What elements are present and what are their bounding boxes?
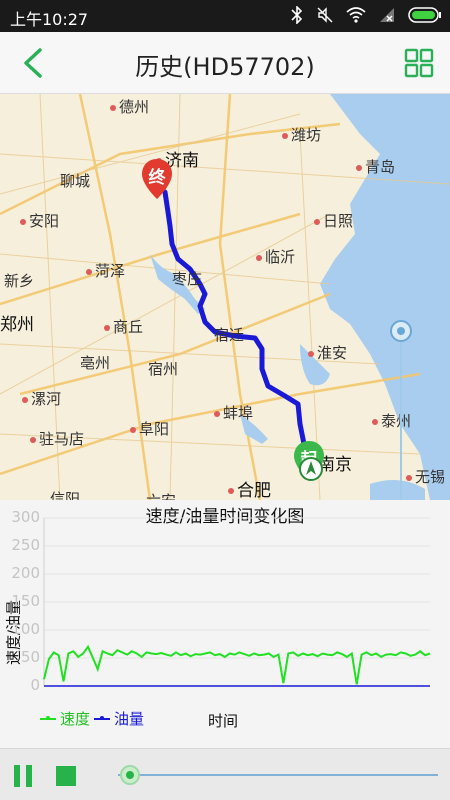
legend-label: 油量 bbox=[114, 710, 145, 728]
city-label: 漯河 bbox=[22, 388, 61, 409]
end-marker-label: 终 bbox=[148, 168, 166, 188]
status-time: 上午10:27 bbox=[10, 10, 89, 29]
city-label: 宿迁 bbox=[214, 326, 245, 344]
legend-line-icon bbox=[94, 715, 111, 720]
city-label: 潍坊 bbox=[282, 124, 321, 145]
zoom-slider-track[interactable] bbox=[400, 330, 402, 500]
stop-button[interactable] bbox=[56, 766, 76, 786]
city-label: 临沂 bbox=[256, 246, 295, 267]
city-label: 合肥 bbox=[228, 476, 271, 500]
city-label: 安阳 bbox=[20, 210, 59, 231]
chart-series-0 bbox=[43, 644, 431, 685]
bluetooth-icon bbox=[291, 6, 303, 24]
playback-slider-thumb[interactable] bbox=[120, 765, 140, 785]
chart-legend: 速度 油量 bbox=[40, 708, 148, 729]
city-label: 商丘 bbox=[104, 316, 143, 337]
city-label: 无锡 bbox=[406, 466, 445, 487]
chart-xlabel: 时间 bbox=[208, 712, 239, 730]
app-root: 上午10:27 历史(HD57702) 德州 潍坊 济南 青岛 聊城 安阳 日照… bbox=[0, 0, 450, 800]
city-label: 淮安 bbox=[308, 342, 347, 363]
legend-line-icon bbox=[40, 715, 56, 720]
playback-bar bbox=[0, 748, 450, 800]
city-label: 菏泽 bbox=[86, 260, 125, 281]
page-title: 历史(HD57702) bbox=[135, 53, 315, 81]
pause-button[interactable] bbox=[14, 765, 34, 787]
city-label: 蚌埠 bbox=[214, 402, 253, 423]
status-bar: 上午10:27 bbox=[0, 0, 450, 32]
city-label: 枣庄 bbox=[172, 270, 203, 288]
wifi-icon bbox=[346, 7, 366, 23]
grid-menu-icon[interactable] bbox=[404, 48, 434, 78]
playback-slider-track[interactable] bbox=[118, 774, 438, 776]
legend-label: 速度 bbox=[60, 710, 91, 728]
city-label: 驻马店 bbox=[30, 428, 84, 449]
legend-item-fuel: 油量 bbox=[94, 708, 144, 729]
city-label: 宿州 bbox=[148, 360, 179, 378]
city-label: 信阳 bbox=[50, 490, 81, 500]
pause-icon bbox=[14, 765, 20, 787]
end-marker[interactable]: 终 bbox=[140, 158, 174, 200]
city-label: 亳州 bbox=[80, 354, 111, 372]
zoom-slider-handle[interactable] bbox=[390, 320, 412, 342]
city-label: 六安 bbox=[146, 490, 176, 500]
mute-icon bbox=[317, 7, 333, 23]
city-label: 泰州 bbox=[372, 410, 411, 431]
signal-icon bbox=[380, 8, 394, 22]
city-label: 聊城 bbox=[60, 172, 91, 190]
city-label: 德州 bbox=[110, 96, 149, 117]
city-label: 阜阳 bbox=[130, 418, 169, 439]
vehicle-icon[interactable] bbox=[298, 456, 324, 482]
city-label: 新乡 bbox=[4, 272, 35, 290]
city-label: 青岛 bbox=[356, 156, 395, 177]
legend-item-speed: 速度 bbox=[40, 708, 90, 729]
battery-icon bbox=[408, 7, 441, 23]
chart-panel: 速度/油量时间变化图 速度/油量 300 250 200 150 100 50 0 速度 油… bbox=[0, 500, 450, 748]
status-icons bbox=[290, 6, 442, 24]
city-label: 郑州 bbox=[0, 315, 34, 335]
header-bar: 历史(HD57702) bbox=[0, 32, 450, 94]
pause-icon bbox=[26, 765, 32, 787]
map-view[interactable]: 德州 潍坊 济南 青岛 聊城 安阳 日照 新乡 菏泽 枣庄 临沂 郑州 商丘 宿… bbox=[0, 94, 450, 500]
city-label: 日照 bbox=[314, 210, 353, 231]
